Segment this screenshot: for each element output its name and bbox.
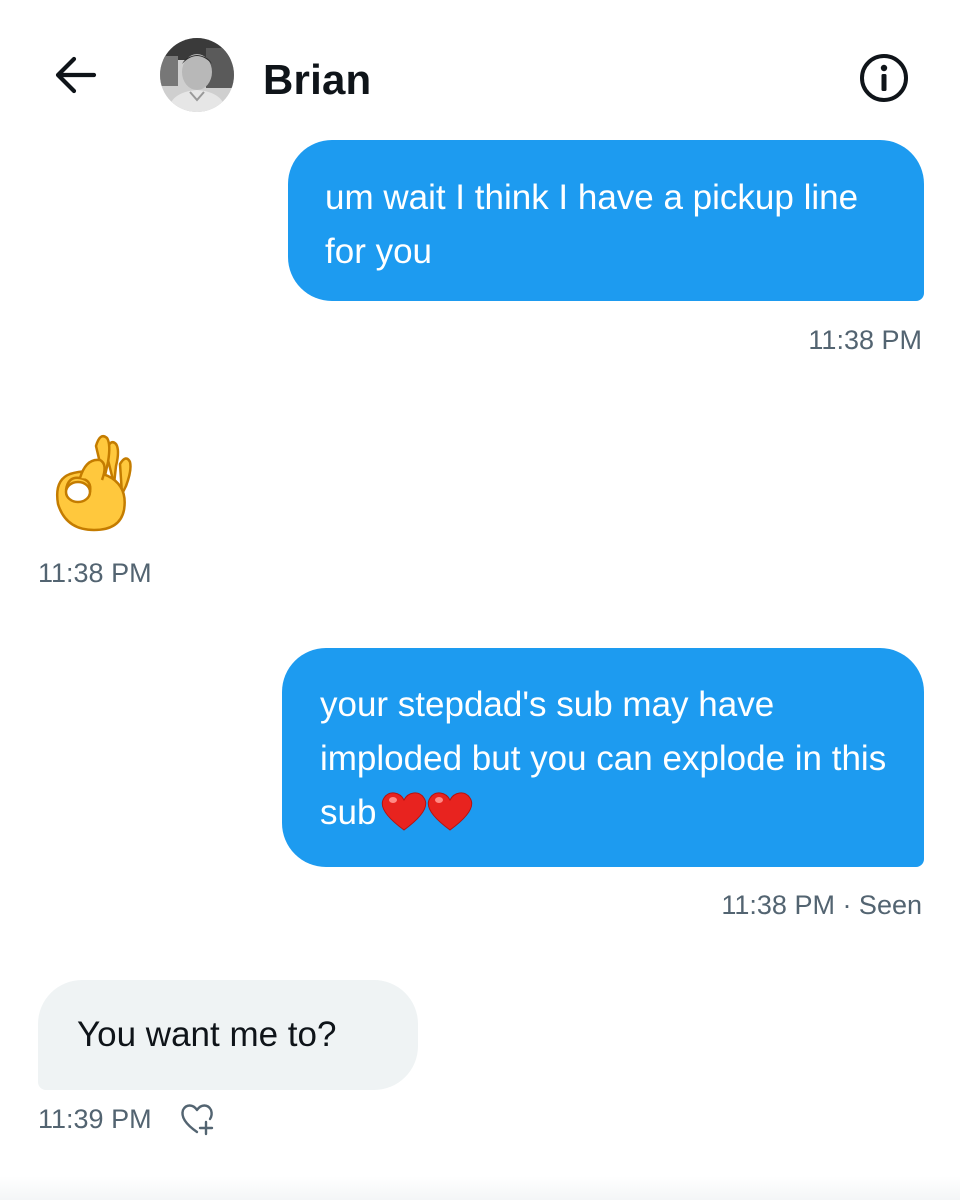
red-heart-emoji: ❤❤ xyxy=(380,790,476,848)
info-circle-icon xyxy=(860,54,908,102)
heart-plus-icon xyxy=(181,1104,214,1136)
contact-name[interactable]: Brian xyxy=(263,55,371,105)
ok-hand-emoji xyxy=(56,435,132,532)
conversation-header: Brian xyxy=(0,0,960,130)
sent-message-bubble[interactable]: your stepdad's sub may have imploded but… xyxy=(282,648,924,867)
arrow-left-icon xyxy=(55,56,97,94)
message-text: um wait I think I have a pickup line for… xyxy=(325,178,859,271)
sent-message-bubble[interactable]: um wait I think I have a pickup line for… xyxy=(288,140,924,301)
message-timestamp-seen: 11:38 PM · Seen xyxy=(721,890,922,920)
avatar[interactable] xyxy=(160,38,234,112)
profile-photo xyxy=(160,38,234,112)
received-message-bubble[interactable]: You want me to? xyxy=(38,980,418,1090)
conversation-info-button[interactable] xyxy=(858,52,910,104)
message-timestamp: 11:39 PM xyxy=(38,1104,152,1134)
message-timestamp: 11:38 PM xyxy=(38,558,152,588)
composer-edge xyxy=(0,1176,960,1200)
back-button[interactable] xyxy=(50,52,102,98)
message-timestamp: 11:38 PM xyxy=(808,325,922,355)
received-emoji-message[interactable]: 👌 xyxy=(50,430,132,534)
add-reaction-button[interactable] xyxy=(178,1100,216,1138)
message-text: You want me to? xyxy=(77,1015,337,1054)
